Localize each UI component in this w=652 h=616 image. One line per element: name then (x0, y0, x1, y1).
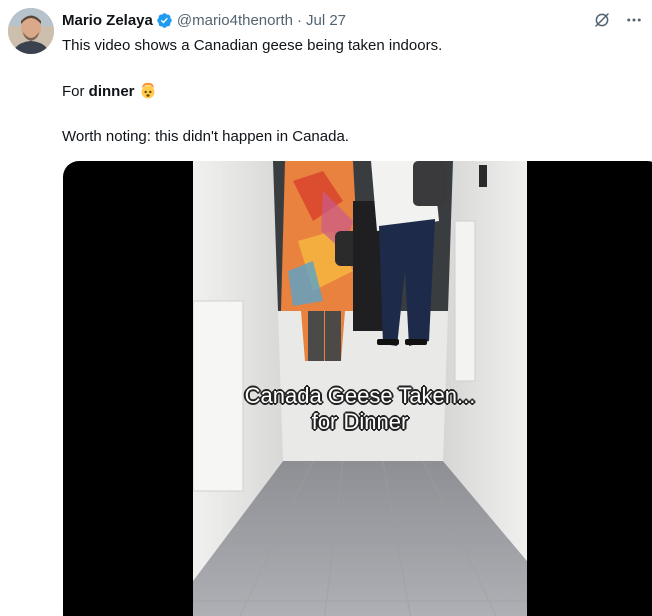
tweet-text-line-2: For dinner (62, 81, 157, 102)
author-handle[interactable]: @mario4thenorth (177, 12, 293, 29)
video-caption-line-1: Canada Geese Taken... (244, 383, 476, 408)
more-icon[interactable] (624, 10, 644, 30)
tweet-header: Mario Zelaya @mario4thenorth · Jul 27 (62, 9, 346, 31)
tweet-text-line-3: Worth noting: this didn't happen in Cana… (62, 128, 349, 145)
separator-dot: · (297, 11, 302, 29)
avatar[interactable] (8, 8, 54, 54)
tweet-card[interactable]: Mario Zelaya @mario4thenorth · Jul 27 Th (0, 0, 652, 616)
video-caption: Canada Geese Taken... for Dinner (193, 383, 527, 435)
video-frame: Canada Geese Taken... for Dinner (193, 161, 527, 616)
video-caption-line-2: for Dinner (311, 409, 409, 434)
tweet-text-prefix: For (62, 83, 89, 100)
tweet-text-line-1: This video shows a Canadian geese being … (62, 37, 443, 54)
exploding-head-emoji-icon (139, 81, 157, 99)
tweet-actions-top (592, 10, 644, 30)
grok-icon[interactable] (592, 10, 612, 30)
avatar-image (8, 8, 54, 54)
author-name[interactable]: Mario Zelaya (62, 12, 153, 29)
tweet-date[interactable]: Jul 27 (306, 12, 346, 29)
verified-badge-icon[interactable] (156, 12, 173, 29)
tweet-text-bold: dinner (88, 83, 135, 100)
video-player[interactable]: Canada Geese Taken... for Dinner (63, 161, 652, 616)
